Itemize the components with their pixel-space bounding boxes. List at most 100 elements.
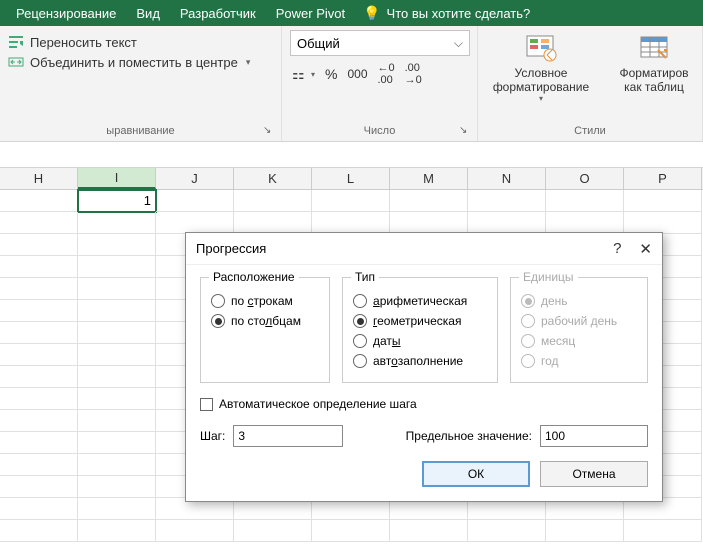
tab-review[interactable]: Рецензирование: [6, 0, 126, 26]
cell[interactable]: [0, 212, 78, 234]
cell[interactable]: [0, 234, 78, 256]
tab-view[interactable]: Вид: [126, 0, 170, 26]
cell[interactable]: [78, 410, 156, 432]
radio-year: год: [521, 354, 637, 368]
cell[interactable]: 1: [78, 190, 156, 212]
step-label: Шаг:: [200, 429, 225, 443]
cell[interactable]: [0, 190, 78, 212]
dialog-titlebar[interactable]: Прогрессия ? ✕: [186, 233, 662, 265]
cell[interactable]: [0, 366, 78, 388]
cell[interactable]: [78, 476, 156, 498]
cell[interactable]: [390, 212, 468, 234]
currency-button[interactable]: ⚏▾: [292, 66, 315, 82]
currency-icon: ⚏: [292, 66, 310, 82]
cell[interactable]: [78, 454, 156, 476]
cell[interactable]: [156, 520, 234, 542]
limit-input[interactable]: [540, 425, 648, 447]
col-header[interactable]: J: [156, 168, 234, 189]
cell[interactable]: [0, 300, 78, 322]
percent-button[interactable]: %: [325, 66, 337, 82]
col-header[interactable]: P: [624, 168, 702, 189]
cell[interactable]: [0, 344, 78, 366]
cell[interactable]: [390, 190, 468, 212]
cell[interactable]: [0, 256, 78, 278]
col-header[interactable]: N: [468, 168, 546, 189]
cell[interactable]: [312, 520, 390, 542]
cell[interactable]: [0, 278, 78, 300]
ok-button[interactable]: ОК: [422, 461, 530, 487]
cell[interactable]: [0, 410, 78, 432]
cell[interactable]: [0, 454, 78, 476]
step-input[interactable]: [233, 425, 343, 447]
cell[interactable]: [78, 212, 156, 234]
cell[interactable]: [156, 212, 234, 234]
cell[interactable]: [624, 212, 702, 234]
cell[interactable]: [390, 520, 468, 542]
cancel-button[interactable]: Отмена: [540, 461, 648, 487]
cell[interactable]: [78, 300, 156, 322]
number-launcher-icon[interactable]: ↘: [459, 125, 471, 137]
cell[interactable]: [0, 498, 78, 520]
cell[interactable]: [78, 366, 156, 388]
cell[interactable]: [234, 212, 312, 234]
radio-rows[interactable]: по строкам: [211, 294, 319, 308]
tab-developer[interactable]: Разработчик: [170, 0, 266, 26]
sheet-row: [0, 212, 703, 234]
decrease-decimal-button[interactable]: .00→0: [405, 62, 422, 86]
col-header[interactable]: K: [234, 168, 312, 189]
cell[interactable]: [546, 190, 624, 212]
wrap-text-label: Переносить текст: [30, 35, 137, 50]
tab-powerpivot[interactable]: Power Pivot: [266, 0, 355, 26]
cell[interactable]: [624, 190, 702, 212]
cell[interactable]: [78, 278, 156, 300]
alignment-launcher-icon[interactable]: ↘: [263, 125, 275, 137]
cell[interactable]: [468, 212, 546, 234]
cell[interactable]: [234, 190, 312, 212]
format-as-table-button[interactable]: Форматиров как таблиц: [614, 34, 694, 94]
auto-step-checkbox[interactable]: Автоматическое определение шага: [200, 397, 648, 411]
close-button[interactable]: ✕: [639, 240, 652, 258]
cell[interactable]: [0, 388, 78, 410]
cell[interactable]: [78, 322, 156, 344]
conditional-format-button[interactable]: Условное форматирование▾: [486, 34, 596, 103]
format-as-table-label: Форматиров как таблиц: [614, 66, 694, 94]
tell-me-search[interactable]: 💡 Что вы хотите сделать?: [363, 5, 530, 22]
cell[interactable]: [546, 212, 624, 234]
cell[interactable]: [546, 520, 624, 542]
col-header[interactable]: I: [78, 168, 156, 189]
radio-autofill[interactable]: автозаполнение: [353, 354, 487, 368]
cell[interactable]: [78, 256, 156, 278]
col-header[interactable]: M: [390, 168, 468, 189]
cell[interactable]: [78, 498, 156, 520]
cell[interactable]: [78, 234, 156, 256]
cell[interactable]: [0, 520, 78, 542]
cell[interactable]: [78, 520, 156, 542]
cell[interactable]: [312, 212, 390, 234]
radio-arithmetic[interactable]: арифметическая: [353, 294, 487, 308]
radio-day: день: [521, 294, 637, 308]
col-header[interactable]: H: [0, 168, 78, 189]
cell[interactable]: [468, 190, 546, 212]
increase-decimal-button[interactable]: ←0.00: [378, 62, 395, 86]
cell[interactable]: [234, 520, 312, 542]
radio-dates[interactable]: даты: [353, 334, 487, 348]
cell[interactable]: [468, 520, 546, 542]
cell[interactable]: [78, 432, 156, 454]
help-button[interactable]: ?: [613, 240, 621, 258]
cell[interactable]: [78, 344, 156, 366]
col-header[interactable]: L: [312, 168, 390, 189]
cell[interactable]: [156, 190, 234, 212]
cell[interactable]: [78, 388, 156, 410]
col-header[interactable]: O: [546, 168, 624, 189]
comma-button[interactable]: 000: [347, 67, 367, 81]
radio-geometric[interactable]: геометрическая: [353, 314, 487, 328]
number-format-combo[interactable]: Общий ⌵: [290, 30, 470, 56]
radio-columns[interactable]: по столбцам: [211, 314, 319, 328]
cell[interactable]: [0, 432, 78, 454]
merge-center-button[interactable]: Объединить и поместить в центре ▾: [8, 54, 250, 70]
wrap-text-button[interactable]: Переносить текст: [8, 34, 250, 50]
cell[interactable]: [0, 476, 78, 498]
cell[interactable]: [312, 190, 390, 212]
cell[interactable]: [624, 520, 702, 542]
cell[interactable]: [0, 322, 78, 344]
